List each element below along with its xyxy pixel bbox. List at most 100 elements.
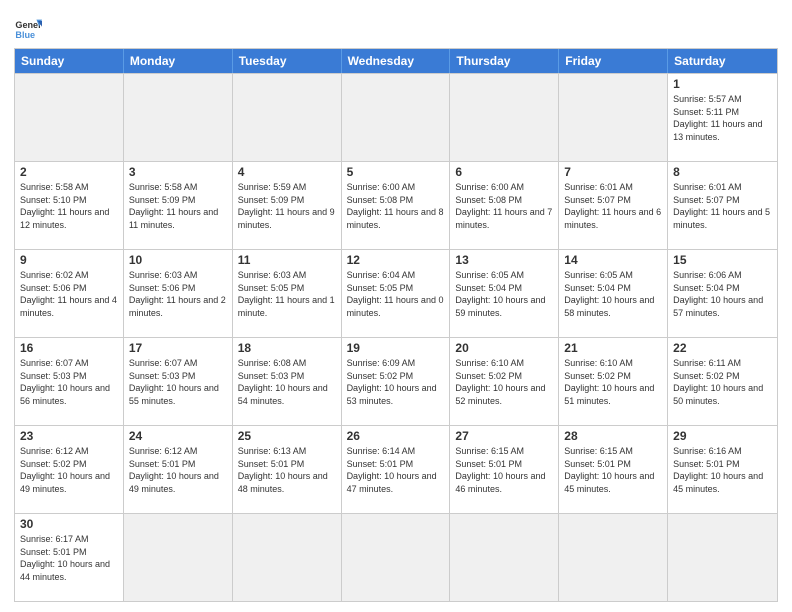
weekday-header-sunday: Sunday — [15, 49, 124, 73]
sun-info: Sunrise: 6:03 AM Sunset: 5:05 PM Dayligh… — [238, 269, 336, 319]
cal-cell-8: 8 Sunrise: 6:01 AM Sunset: 5:07 PM Daylig… — [668, 162, 777, 249]
day-number: 16 — [20, 341, 118, 355]
cal-cell-9: 9Sunrise: 6:02 AM Sunset: 5:06 PM Daylig… — [15, 250, 124, 337]
cal-cell-empty — [233, 514, 342, 601]
day-number: 30 — [20, 517, 118, 531]
cal-cell-16: 16 Sunrise: 6:07 AM Sunset: 5:03 PM Dayli… — [15, 338, 124, 425]
cal-cell-empty — [450, 74, 559, 161]
cal-cell-empty — [124, 514, 233, 601]
day-number: 6 — [455, 165, 553, 179]
day-number: 15 — [673, 253, 772, 267]
cal-row-0: 1 Sunrise: 5:57 AM Sunset: 5:11 PM Daylig… — [15, 73, 777, 161]
cal-cell-17: 17 Sunrise: 6:07 AM Sunset: 5:03 PM Dayli… — [124, 338, 233, 425]
cal-cell-4: 4 Sunrise: 5:59 AM Sunset: 5:09 PM Daylig… — [233, 162, 342, 249]
sun-info: Sunrise: 6:05 AM Sunset: 5:04 PM Dayligh… — [455, 269, 553, 319]
sun-info: Sunrise: 5:57 AM Sunset: 5:11 PM Dayligh… — [673, 93, 772, 143]
sun-info: Sunrise: 6:05 AM Sunset: 5:04 PM Dayligh… — [564, 269, 662, 319]
sun-info: Sunrise: 6:01 AM Sunset: 5:07 PM Dayligh… — [673, 181, 772, 231]
sun-info: Sunrise: 6:14 AM Sunset: 5:01 PM Dayligh… — [347, 445, 445, 495]
cal-cell-29: 29 Sunrise: 6:16 AM Sunset: 5:01 PM Dayli… — [668, 426, 777, 513]
sun-info: Sunrise: 6:06 AM Sunset: 5:04 PM Dayligh… — [673, 269, 772, 319]
cal-cell-22: 22 Sunrise: 6:11 AM Sunset: 5:02 PM Dayli… — [668, 338, 777, 425]
sun-info: Sunrise: 6:11 AM Sunset: 5:02 PM Dayligh… — [673, 357, 772, 407]
day-number: 22 — [673, 341, 772, 355]
svg-text:Blue: Blue — [15, 30, 35, 40]
day-number: 25 — [238, 429, 336, 443]
day-number: 21 — [564, 341, 662, 355]
sun-info: Sunrise: 6:17 AM Sunset: 5:01 PM Dayligh… — [20, 533, 118, 583]
sun-info: Sunrise: 6:01 AM Sunset: 5:07 PM Dayligh… — [564, 181, 662, 231]
cal-cell-10: 10 Sunrise: 6:03 AM Sunset: 5:06 PM Dayli… — [124, 250, 233, 337]
day-number: 1 — [673, 77, 772, 91]
cal-cell-12: 12 Sunrise: 6:04 AM Sunset: 5:05 PM Dayli… — [342, 250, 451, 337]
day-number: 23 — [20, 429, 118, 443]
cal-row-2: 9Sunrise: 6:02 AM Sunset: 5:06 PM Daylig… — [15, 249, 777, 337]
day-number: 13 — [455, 253, 553, 267]
day-number: 2 — [20, 165, 118, 179]
day-number: 11 — [238, 253, 336, 267]
sun-info: Sunrise: 6:03 AM Sunset: 5:06 PM Dayligh… — [129, 269, 227, 319]
day-number: 17 — [129, 341, 227, 355]
cal-cell-25: 25Sunrise: 6:13 AM Sunset: 5:01 PM Dayli… — [233, 426, 342, 513]
day-number: 12 — [347, 253, 445, 267]
calendar-body: 1 Sunrise: 5:57 AM Sunset: 5:11 PM Daylig… — [15, 73, 777, 601]
logo: General Blue — [14, 14, 42, 42]
cal-cell-empty — [450, 514, 559, 601]
cal-cell-18: 18 Sunrise: 6:08 AM Sunset: 5:03 PM Dayli… — [233, 338, 342, 425]
cal-cell-15: 15 Sunrise: 6:06 AM Sunset: 5:04 PM Dayli… — [668, 250, 777, 337]
sun-info: Sunrise: 6:10 AM Sunset: 5:02 PM Dayligh… — [564, 357, 662, 407]
sun-info: Sunrise: 6:00 AM Sunset: 5:08 PM Dayligh… — [347, 181, 445, 231]
cal-cell-19: 19Sunrise: 6:09 AM Sunset: 5:02 PM Dayli… — [342, 338, 451, 425]
cal-row-4: 23 Sunrise: 6:12 AM Sunset: 5:02 PM Dayli… — [15, 425, 777, 513]
day-number: 27 — [455, 429, 553, 443]
cal-cell-26: 26 Sunrise: 6:14 AM Sunset: 5:01 PM Dayli… — [342, 426, 451, 513]
sun-info: Sunrise: 5:58 AM Sunset: 5:10 PM Dayligh… — [20, 181, 118, 231]
day-number: 10 — [129, 253, 227, 267]
sun-info: Sunrise: 6:12 AM Sunset: 5:02 PM Dayligh… — [20, 445, 118, 495]
cal-cell-3: 3Sunrise: 5:58 AM Sunset: 5:09 PM Daylig… — [124, 162, 233, 249]
day-number: 24 — [129, 429, 227, 443]
cal-cell-21: 21 Sunrise: 6:10 AM Sunset: 5:02 PM Dayli… — [559, 338, 668, 425]
cal-cell-5: 5 Sunrise: 6:00 AM Sunset: 5:08 PM Daylig… — [342, 162, 451, 249]
weekday-header-monday: Monday — [124, 49, 233, 73]
sun-info: Sunrise: 6:10 AM Sunset: 5:02 PM Dayligh… — [455, 357, 553, 407]
weekday-header-friday: Friday — [559, 49, 668, 73]
cal-cell-empty — [124, 74, 233, 161]
day-number: 26 — [347, 429, 445, 443]
sun-info: Sunrise: 6:07 AM Sunset: 5:03 PM Dayligh… — [129, 357, 227, 407]
sun-info: Sunrise: 6:12 AM Sunset: 5:01 PM Dayligh… — [129, 445, 227, 495]
cal-cell-24: 24 Sunrise: 6:12 AM Sunset: 5:01 PM Dayli… — [124, 426, 233, 513]
calendar-header: SundayMondayTuesdayWednesdayThursdayFrid… — [15, 49, 777, 73]
sun-info: Sunrise: 6:04 AM Sunset: 5:05 PM Dayligh… — [347, 269, 445, 319]
cal-cell-1: 1 Sunrise: 5:57 AM Sunset: 5:11 PM Daylig… — [668, 74, 777, 161]
day-number: 8 — [673, 165, 772, 179]
cal-cell-30: 30 Sunrise: 6:17 AM Sunset: 5:01 PM Dayli… — [15, 514, 124, 601]
day-number: 18 — [238, 341, 336, 355]
day-number: 29 — [673, 429, 772, 443]
cal-cell-2: 2 Sunrise: 5:58 AM Sunset: 5:10 PM Daylig… — [15, 162, 124, 249]
sun-info: Sunrise: 6:08 AM Sunset: 5:03 PM Dayligh… — [238, 357, 336, 407]
day-number: 5 — [347, 165, 445, 179]
day-number: 7 — [564, 165, 662, 179]
sun-info: Sunrise: 6:16 AM Sunset: 5:01 PM Dayligh… — [673, 445, 772, 495]
weekday-header-thursday: Thursday — [450, 49, 559, 73]
cal-cell-13: 13 Sunrise: 6:05 AM Sunset: 5:04 PM Dayli… — [450, 250, 559, 337]
cal-cell-empty — [559, 74, 668, 161]
cal-cell-empty — [668, 514, 777, 601]
cal-row-5: 30 Sunrise: 6:17 AM Sunset: 5:01 PM Dayli… — [15, 513, 777, 601]
day-number: 20 — [455, 341, 553, 355]
cal-cell-27: 27Sunrise: 6:15 AM Sunset: 5:01 PM Dayli… — [450, 426, 559, 513]
sun-info: Sunrise: 6:07 AM Sunset: 5:03 PM Dayligh… — [20, 357, 118, 407]
cal-row-1: 2 Sunrise: 5:58 AM Sunset: 5:10 PM Daylig… — [15, 161, 777, 249]
header: General Blue — [14, 10, 778, 42]
sun-info: Sunrise: 6:02 AM Sunset: 5:06 PM Dayligh… — [20, 269, 118, 319]
sun-info: Sunrise: 6:09 AM Sunset: 5:02 PM Dayligh… — [347, 357, 445, 407]
sun-info: Sunrise: 5:59 AM Sunset: 5:09 PM Dayligh… — [238, 181, 336, 231]
weekday-header-wednesday: Wednesday — [342, 49, 451, 73]
day-number: 3 — [129, 165, 227, 179]
day-number: 4 — [238, 165, 336, 179]
logo-icon: General Blue — [14, 14, 42, 42]
cal-cell-7: 7 Sunrise: 6:01 AM Sunset: 5:07 PM Daylig… — [559, 162, 668, 249]
sun-info: Sunrise: 6:00 AM Sunset: 5:08 PM Dayligh… — [455, 181, 553, 231]
weekday-header-tuesday: Tuesday — [233, 49, 342, 73]
